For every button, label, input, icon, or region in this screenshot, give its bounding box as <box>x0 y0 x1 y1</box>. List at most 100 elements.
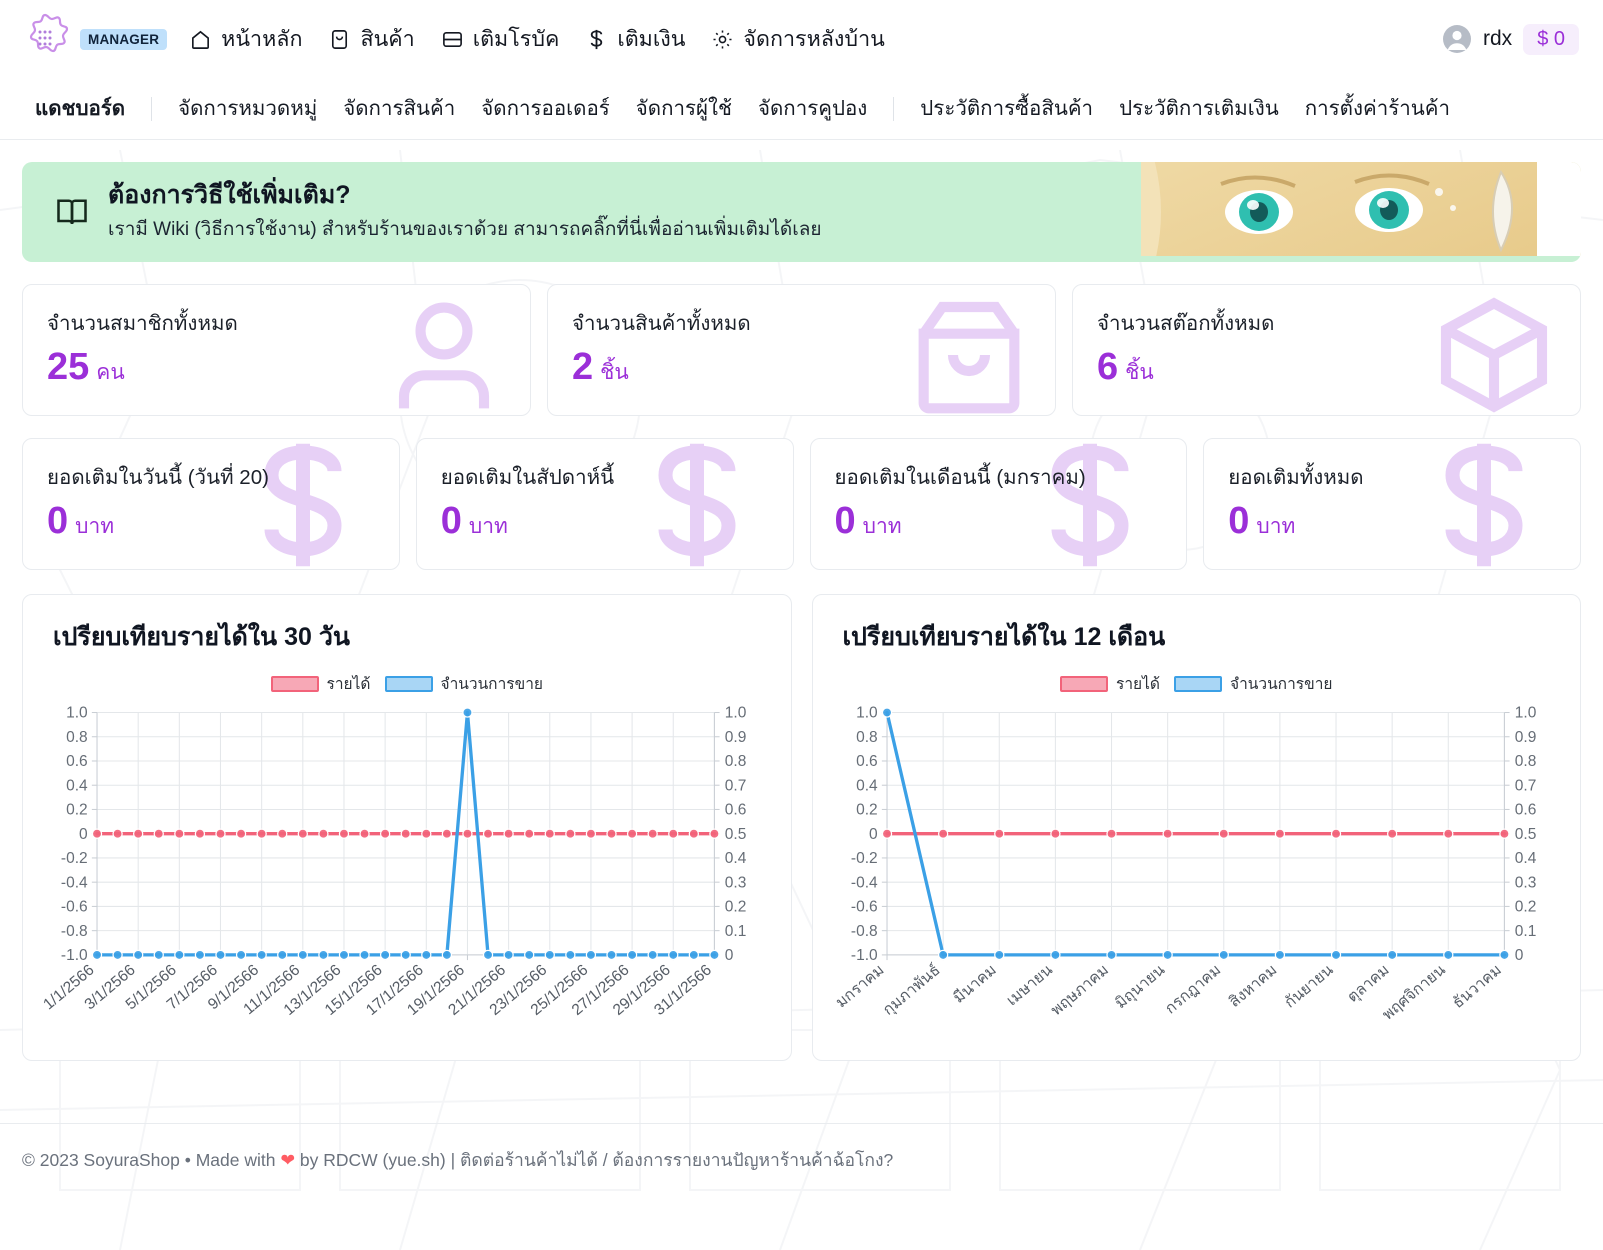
subnav-item-shop-settings[interactable]: การตั้งค่าร้านค้า <box>1292 92 1463 125</box>
legend-item-revenue[interactable]: รายได้ <box>271 671 371 696</box>
wiki-banner-title: ต้องการวิธีใช้เพิ่มเติม? <box>108 180 822 211</box>
subnav-item-dashboard[interactable]: แดชบอร์ด <box>22 92 138 125</box>
svg-text:พฤศจิกายน: พฤศจิกายน <box>1379 962 1449 1024</box>
stat-card-products: จำนวนสินค้าทั้งหมด 2 ชิ้น <box>547 284 1056 416</box>
svg-text:-0.4: -0.4 <box>850 875 877 892</box>
svg-text:-0.6: -0.6 <box>850 899 877 916</box>
svg-text:0.7: 0.7 <box>1514 778 1536 795</box>
nav-item-topup-label: เติมเงิน <box>617 22 685 56</box>
svg-text:1.0: 1.0 <box>725 705 747 722</box>
nav-item-robux[interactable]: เติมโรบัค <box>441 22 560 56</box>
footer-contact-link[interactable]: ติดต่อร้านค้าไม่ได้ / ต้องการรายงานปัญหา… <box>460 1150 893 1170</box>
stat-label: จำนวนสต๊อกทั้งหมด <box>1097 307 1556 340</box>
stat-value: 0 บาท <box>1228 500 1556 543</box>
stat-card-today-topup: ยอดเติมในวันนี้ (วันที่ 20) 0บาท <box>22 438 400 570</box>
stat-number: 2 <box>572 346 593 388</box>
svg-text:0.8: 0.8 <box>856 729 878 746</box>
flower-logo-icon[interactable] <box>18 12 72 66</box>
chart-legend: รายได้ จำนวนการขาย <box>39 671 775 696</box>
gear-icon <box>711 28 734 51</box>
svg-text:1.0: 1.0 <box>1514 705 1536 722</box>
svg-text:เมษายน: เมษายน <box>1003 962 1056 1010</box>
subnav-divider-1 <box>151 97 152 121</box>
wallet-balance-chip[interactable]: $ 0 <box>1523 24 1579 55</box>
subnav-item-orders[interactable]: จัดการออเดอร์ <box>468 92 623 125</box>
charts-row: เปรียบเทียบรายได้ใน 30 วัน รายได้ จำนวนก… <box>22 594 1581 1061</box>
svg-text:-0.4: -0.4 <box>61 875 88 892</box>
stat-card-total-topup: ยอดเติมทั้งหมด 0บาท <box>1203 438 1581 570</box>
stat-unit: บาท <box>863 515 902 538</box>
stats-row-2: ยอดเติมในวันนี้ (วันที่ 20) 0บาท ยอดเติม… <box>22 438 1581 570</box>
nav-item-products[interactable]: สินค้า <box>328 22 414 56</box>
stat-card-stock: จำนวนสต๊อกทั้งหมด 6 ชิ้น <box>1072 284 1581 416</box>
svg-text:0.9: 0.9 <box>1514 729 1536 746</box>
user-circle-icon[interactable] <box>1442 24 1472 54</box>
svg-text:ตุลาคม: ตุลาคม <box>1344 962 1393 1007</box>
stat-unit: ชิ้น <box>1125 361 1154 384</box>
svg-text:0.8: 0.8 <box>725 753 747 770</box>
stat-number: 0 <box>1228 500 1249 542</box>
legend-label-sales: จำนวนการขาย <box>1230 671 1332 696</box>
nav-item-topup[interactable]: เติมเงิน <box>585 22 685 56</box>
stat-number: 0 <box>47 500 68 542</box>
wiki-banner[interactable]: ต้องการวิธีใช้เพิ่มเติม? เรามี Wiki (วิธ… <box>22 162 1581 262</box>
svg-text:มิถุนายน: มิถุนายน <box>1112 962 1169 1014</box>
svg-text:-1.0: -1.0 <box>850 947 877 964</box>
svg-text:0.1: 0.1 <box>1514 923 1536 940</box>
svg-text:0: 0 <box>79 826 88 843</box>
nav-item-admin[interactable]: จัดการหลังบ้าน <box>711 22 884 56</box>
svg-text:0.4: 0.4 <box>66 778 88 795</box>
subnav-item-categories[interactable]: จัดการหมวดหมู่ <box>165 92 330 125</box>
stat-label: จำนวนสินค้าทั้งหมด <box>572 307 1031 340</box>
legend-item-sales[interactable]: จำนวนการขาย <box>385 671 543 696</box>
svg-text:กรกฎาคม: กรกฎาคม <box>1162 962 1224 1018</box>
username-label: rdx <box>1483 27 1512 51</box>
svg-text:สิงหาคม: สิงหาคม <box>1226 962 1280 1011</box>
svg-text:1.0: 1.0 <box>66 705 88 722</box>
svg-text:0.7: 0.7 <box>725 778 747 795</box>
primary-nav: หน้าหลัก สินค้า เติมโรบัค <box>189 22 885 56</box>
chart-plot-12-months[interactable]: 1.01.00.80.90.60.80.40.70.20.600.5-0.20.… <box>829 698 1565 1040</box>
svg-text:0.3: 0.3 <box>725 875 747 892</box>
legend-swatch-sales <box>1174 676 1222 692</box>
subnav-item-purchase-history[interactable]: ประวัติการซื้อสินค้า <box>907 92 1106 125</box>
subnav-item-users[interactable]: จัดการผู้ใช้ <box>623 92 745 125</box>
stat-number: 0 <box>441 500 462 542</box>
banner-artwork <box>941 162 1581 256</box>
stat-number: 6 <box>1097 346 1118 388</box>
bag-icon <box>328 28 351 51</box>
nav-item-robux-label: เติมโรบัค <box>473 22 560 56</box>
subnav-divider-2 <box>893 97 894 121</box>
subnav-item-topup-history[interactable]: ประวัติการเติมเงิน <box>1106 92 1292 125</box>
stat-card-week-topup: ยอดเติมในสัปดาห์นี้ 0บาท <box>416 438 794 570</box>
svg-text:0.5: 0.5 <box>1514 826 1536 843</box>
svg-text:0.4: 0.4 <box>1514 850 1536 867</box>
svg-text:0.2: 0.2 <box>1514 899 1536 916</box>
chart-card-30-days: เปรียบเทียบรายได้ใน 30 วัน รายได้ จำนวนก… <box>22 594 792 1061</box>
page-content: ต้องการวิธีใช้เพิ่มเติม? เรามี Wiki (วิธ… <box>0 162 1603 1061</box>
svg-text:0.6: 0.6 <box>1514 802 1536 819</box>
stat-card-month-topup: ยอดเติมในเดือนนี้ (มกราคม) 0บาท <box>810 438 1188 570</box>
svg-text:0.6: 0.6 <box>725 802 747 819</box>
stat-value: 0บาท <box>47 500 375 543</box>
chart-legend: รายได้ จำนวนการขาย <box>829 671 1565 696</box>
subnav-item-coupons[interactable]: จัดการคูปอง <box>745 92 880 125</box>
stat-unit: บาท <box>1256 515 1295 538</box>
heart-icon: ❤ <box>280 1150 295 1170</box>
stat-value: 0บาท <box>441 500 769 543</box>
stat-label: ยอดเติมในวันนี้ (วันที่ 20) <box>47 461 375 494</box>
stat-unit: ชิ้น <box>600 361 629 384</box>
home-icon <box>189 28 212 51</box>
svg-text:0.1: 0.1 <box>725 923 747 940</box>
svg-text:0.5: 0.5 <box>725 826 747 843</box>
subnav-item-products[interactable]: จัดการสินค้า <box>330 92 468 125</box>
nav-item-home[interactable]: หน้าหลัก <box>189 22 302 56</box>
svg-text:-0.2: -0.2 <box>850 850 877 867</box>
svg-text:0: 0 <box>1514 947 1523 964</box>
stat-number: 25 <box>47 346 89 388</box>
legend-item-revenue[interactable]: รายได้ <box>1060 671 1160 696</box>
svg-text:0.8: 0.8 <box>66 729 88 746</box>
stat-value: 2 ชิ้น <box>572 346 1031 389</box>
chart-plot-30-days[interactable]: 1.01.00.80.90.60.80.40.70.20.600.5-0.20.… <box>39 698 775 1040</box>
legend-item-sales[interactable]: จำนวนการขาย <box>1174 671 1332 696</box>
